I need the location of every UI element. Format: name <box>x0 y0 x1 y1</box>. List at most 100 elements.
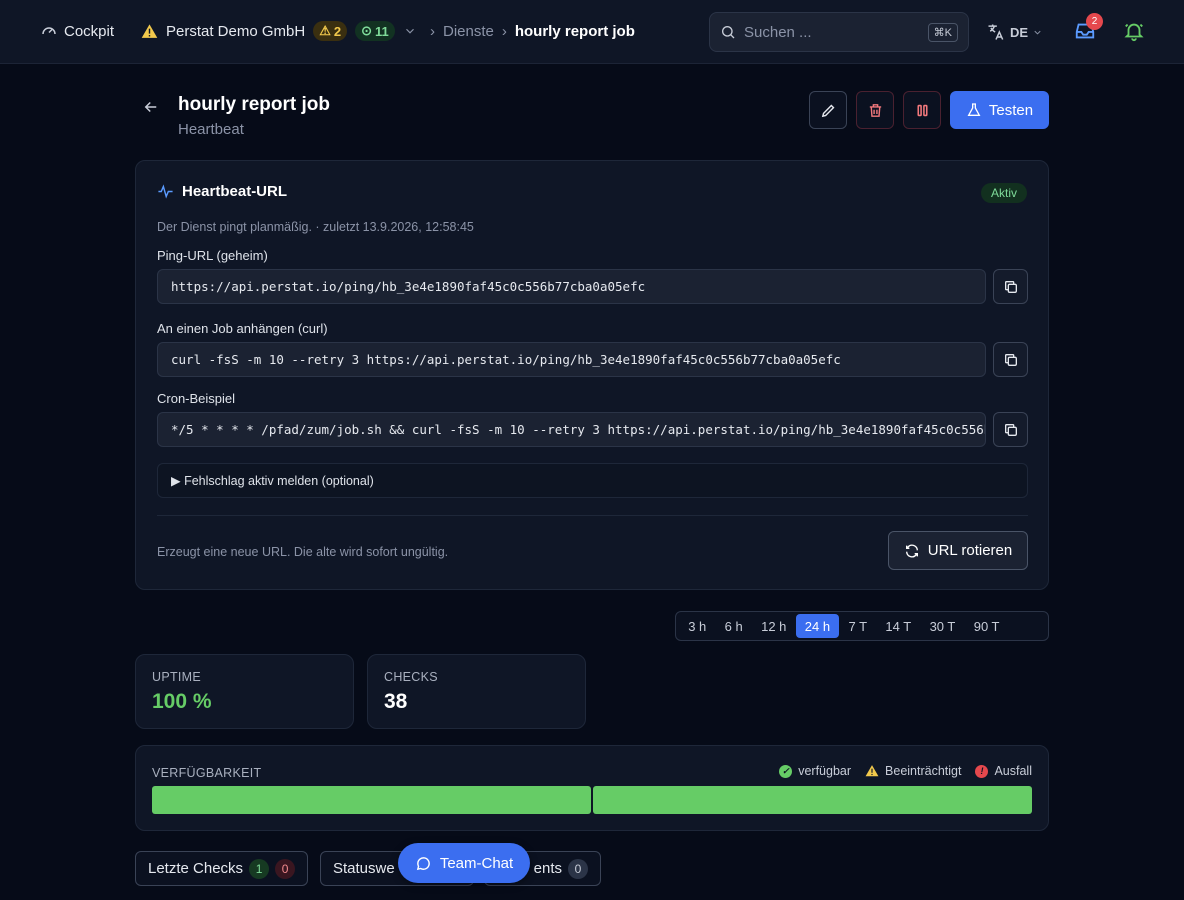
rotate-url-button[interactable]: URL rotieren <box>888 531 1028 570</box>
range-option[interactable]: 90 T <box>965 614 1009 638</box>
incidents-count: 0 <box>568 858 588 879</box>
warning-count: 2 <box>333 23 342 39</box>
checks-card: CHECKS 38 <box>367 654 586 729</box>
cockpit-label: Cockpit <box>64 22 115 40</box>
ping-url-label: Ping-URL (geheim) <box>157 248 268 263</box>
cron-label: Cron-Beispiel <box>157 391 236 406</box>
translate-icon <box>988 24 1004 40</box>
inbox-badge: 2 <box>1086 13 1103 30</box>
search-icon <box>722 26 735 39</box>
range-option-selected[interactable]: 24 h <box>795 614 840 638</box>
time-range-selector: 3 h 6 h 12 h 24 h 7 T 14 T 30 T 90 T <box>675 611 1049 641</box>
rotate-url-label: URL rotieren <box>927 542 1013 559</box>
uptime-value: 100 % <box>152 690 212 713</box>
heartbeat-title-label: Heartbeat-URL <box>182 183 288 200</box>
legend-degraded-label: Beeinträchtigt <box>885 764 962 778</box>
inbox-button[interactable]: 2 <box>1074 13 1103 47</box>
legend-available-label: verfügbar <box>798 764 852 778</box>
range-option[interactable]: 7 T <box>839 614 876 638</box>
heartbeat-card: Heartbeat-URL Aktiv Der Dienst pingt pla… <box>135 160 1049 590</box>
tab-last-checks[interactable]: Letzte Checks 1 0 <box>135 851 309 886</box>
range-option[interactable]: 3 h <box>679 614 715 638</box>
copy-icon <box>1004 423 1017 436</box>
chevron-right-icon: › <box>430 23 435 40</box>
test-button[interactable]: Testen <box>950 91 1049 129</box>
chevron-down-icon <box>1034 30 1041 35</box>
check-icon: ✓ <box>779 764 793 778</box>
language-switcher[interactable]: DE <box>986 22 1043 42</box>
org-switcher[interactable]: Perstat Demo GmbH ⚠ 2 ⊙ 11 <box>141 21 417 41</box>
tab-incidents-label: ents <box>533 860 562 877</box>
activity-icon <box>158 184 173 199</box>
checks-label: CHECKS <box>384 670 438 684</box>
check-circle-icon: ⊙ <box>361 23 373 38</box>
delete-button[interactable] <box>856 91 894 129</box>
ping-url-field[interactable]: https://api.perstat.io/ping/hb_3e4e1890f… <box>157 269 986 304</box>
page-subtitle: Heartbeat <box>178 121 244 138</box>
copy-cron-button[interactable] <box>993 412 1028 447</box>
chevron-down-icon <box>405 28 414 34</box>
divider <box>157 515 1028 516</box>
test-label: Testen <box>988 101 1034 119</box>
copy-ping-url-button[interactable] <box>993 269 1028 304</box>
edit-button[interactable] <box>809 91 847 129</box>
pause-icon <box>916 104 928 116</box>
legend-available: ✓ verfügbar <box>779 764 851 778</box>
availability-legend: ✓ verfügbar Beeinträchtigt ! Ausfall <box>779 764 1032 778</box>
copy-icon <box>1004 353 1017 366</box>
last-checks-ok-count: 1 <box>249 858 270 879</box>
availability-bar <box>152 786 1032 814</box>
chevron-right-icon: › <box>501 23 507 40</box>
legend-outage: ! Ausfall <box>975 764 1032 778</box>
page-title: hourly report job <box>178 94 330 115</box>
breadcrumb-dienste[interactable]: Dienste <box>443 23 494 40</box>
heartbeat-title: Heartbeat-URL <box>157 183 287 200</box>
fail-report-toggle[interactable]: ▶ Fehlschlag aktiv melden (optional) <box>157 463 1028 498</box>
warning-icon <box>865 765 879 777</box>
copy-icon <box>1004 280 1017 293</box>
curl-command-field[interactable]: curl -fsS -m 10 --retry 3 https://api.pe… <box>157 342 986 377</box>
warning-small-icon: ⚠ <box>319 23 331 38</box>
arrow-left-icon <box>144 101 157 113</box>
bell-icon <box>1124 23 1144 42</box>
warning-icon <box>141 23 158 38</box>
range-option[interactable]: 12 h <box>752 614 796 638</box>
notifications-button[interactable] <box>1123 20 1145 47</box>
org-name: Perstat Demo GmbH <box>166 22 306 40</box>
search-input[interactable]: Suchen ... ⌘K <box>709 12 969 52</box>
legend-degraded: Beeinträchtigt <box>865 764 961 778</box>
availability-card: VERFÜGBARKEIT ✓ verfügbar Beeinträchtigt … <box>135 745 1049 831</box>
refresh-icon <box>905 544 918 557</box>
availability-segment[interactable] <box>152 786 591 814</box>
chat-bubble-icon <box>416 856 430 870</box>
top-bar: Cockpit Perstat Demo GmbH ⚠ 2 ⊙ 11 › Diens… <box>0 0 1184 64</box>
ok-count-badge: ⊙ 11 <box>355 21 395 41</box>
heartbeat-info: Der Dienst pingt planmäßig. · zuletzt 13… <box>157 220 474 234</box>
cockpit-link[interactable]: Cockpit <box>40 22 114 40</box>
team-chat-button[interactable]: Team-Chat <box>398 843 530 883</box>
range-option[interactable]: 6 h <box>715 614 751 638</box>
copy-curl-button[interactable] <box>993 342 1028 377</box>
back-button[interactable] <box>142 98 160 121</box>
pause-button[interactable] <box>903 91 941 129</box>
breadcrumb-current: hourly report job <box>514 23 635 40</box>
flask-icon <box>967 103 981 116</box>
uptime-label: UPTIME <box>152 670 202 684</box>
search-placeholder: Suchen ... <box>744 23 812 41</box>
curl-label: An einen Job anhängen (curl) <box>157 321 328 336</box>
alert-icon: ! <box>975 764 989 778</box>
rotate-note: Erzeugt eine neue URL. Die alte wird sof… <box>157 545 449 559</box>
range-option[interactable]: 30 T <box>920 614 964 638</box>
range-option[interactable]: 14 T <box>876 614 920 638</box>
pencil-icon <box>821 104 834 117</box>
last-checks-fail-count: 0 <box>275 858 296 879</box>
uptime-card: UPTIME 100 % <box>135 654 354 729</box>
trash-icon <box>869 103 881 117</box>
availability-segment[interactable] <box>593 786 1032 814</box>
search-shortcut: ⌘K <box>927 22 958 42</box>
cron-command-field[interactable]: */5 * * * * /pfad/zum/job.sh && curl -fs… <box>157 412 986 447</box>
status-badge: Aktiv <box>980 183 1027 203</box>
team-chat-label: Team-Chat <box>439 854 514 872</box>
legend-outage-label: Ausfall <box>994 764 1032 778</box>
tab-last-checks-label: Letzte Checks <box>148 860 244 877</box>
